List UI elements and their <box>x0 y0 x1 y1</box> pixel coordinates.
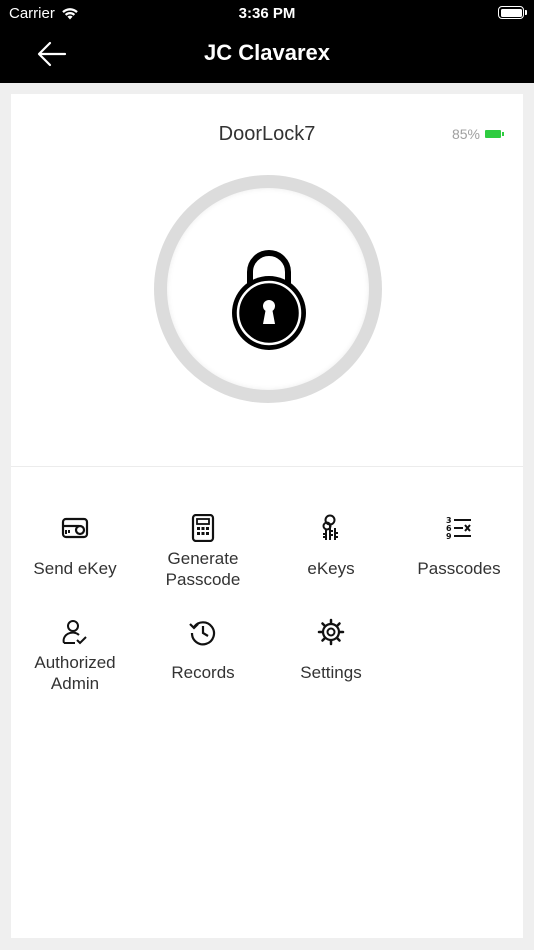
menu-label: Passcodes <box>417 559 501 578</box>
menu-label: Records <box>171 663 235 682</box>
top-bar: Carrier 3:36 PM JC Clavarex <box>0 0 534 83</box>
lock-name: DoorLock7 <box>218 123 316 145</box>
page-title: JC Clavarex <box>204 40 330 65</box>
divider <box>11 466 523 467</box>
history-icon <box>189 621 216 646</box>
clock: 3:36 PM <box>238 5 296 22</box>
lock-battery: 85% <box>451 126 504 142</box>
keys-icon <box>322 514 338 540</box>
menu-label: Send eKey <box>33 559 117 578</box>
menu-label: eKeys <box>307 559 355 578</box>
menu-generate-passcode[interactable]: Generate Passcode <box>139 514 267 594</box>
send-ekey-icon <box>61 517 89 539</box>
lock-card: DoorLock7 85% Send eKey Generate Passcod… <box>11 94 523 938</box>
status-bar: Carrier 3:36 PM <box>0 0 534 28</box>
svg-text:9: 9 <box>446 532 452 541</box>
battery-level-icon <box>485 130 504 138</box>
menu-passcodes[interactable]: 3 6 9 Passcodes <box>395 514 523 584</box>
menu-settings[interactable]: Settings <box>267 618 395 688</box>
menu-send-ekey[interactable]: Send eKey <box>11 514 139 584</box>
menu-records[interactable]: Records <box>139 618 267 688</box>
menu-label: Generate Passcode <box>165 549 241 589</box>
calculator-icon <box>191 514 215 542</box>
padlock-icon <box>232 250 306 350</box>
menu-label: Authorized Admin <box>34 653 116 693</box>
user-check-icon <box>62 620 87 645</box>
passcode-list-icon: 3 6 9 <box>446 516 471 541</box>
unlock-button-face <box>167 188 369 390</box>
menu-ekeys[interactable]: eKeys <box>267 514 395 584</box>
lock-battery-percent: 85% <box>451 126 480 142</box>
gear-icon <box>317 618 345 646</box>
unlock-button[interactable] <box>154 175 382 403</box>
menu-label: Settings <box>300 663 362 682</box>
menu-authorized-admin[interactable]: Authorized Admin <box>11 618 139 698</box>
battery-icon <box>498 6 527 19</box>
